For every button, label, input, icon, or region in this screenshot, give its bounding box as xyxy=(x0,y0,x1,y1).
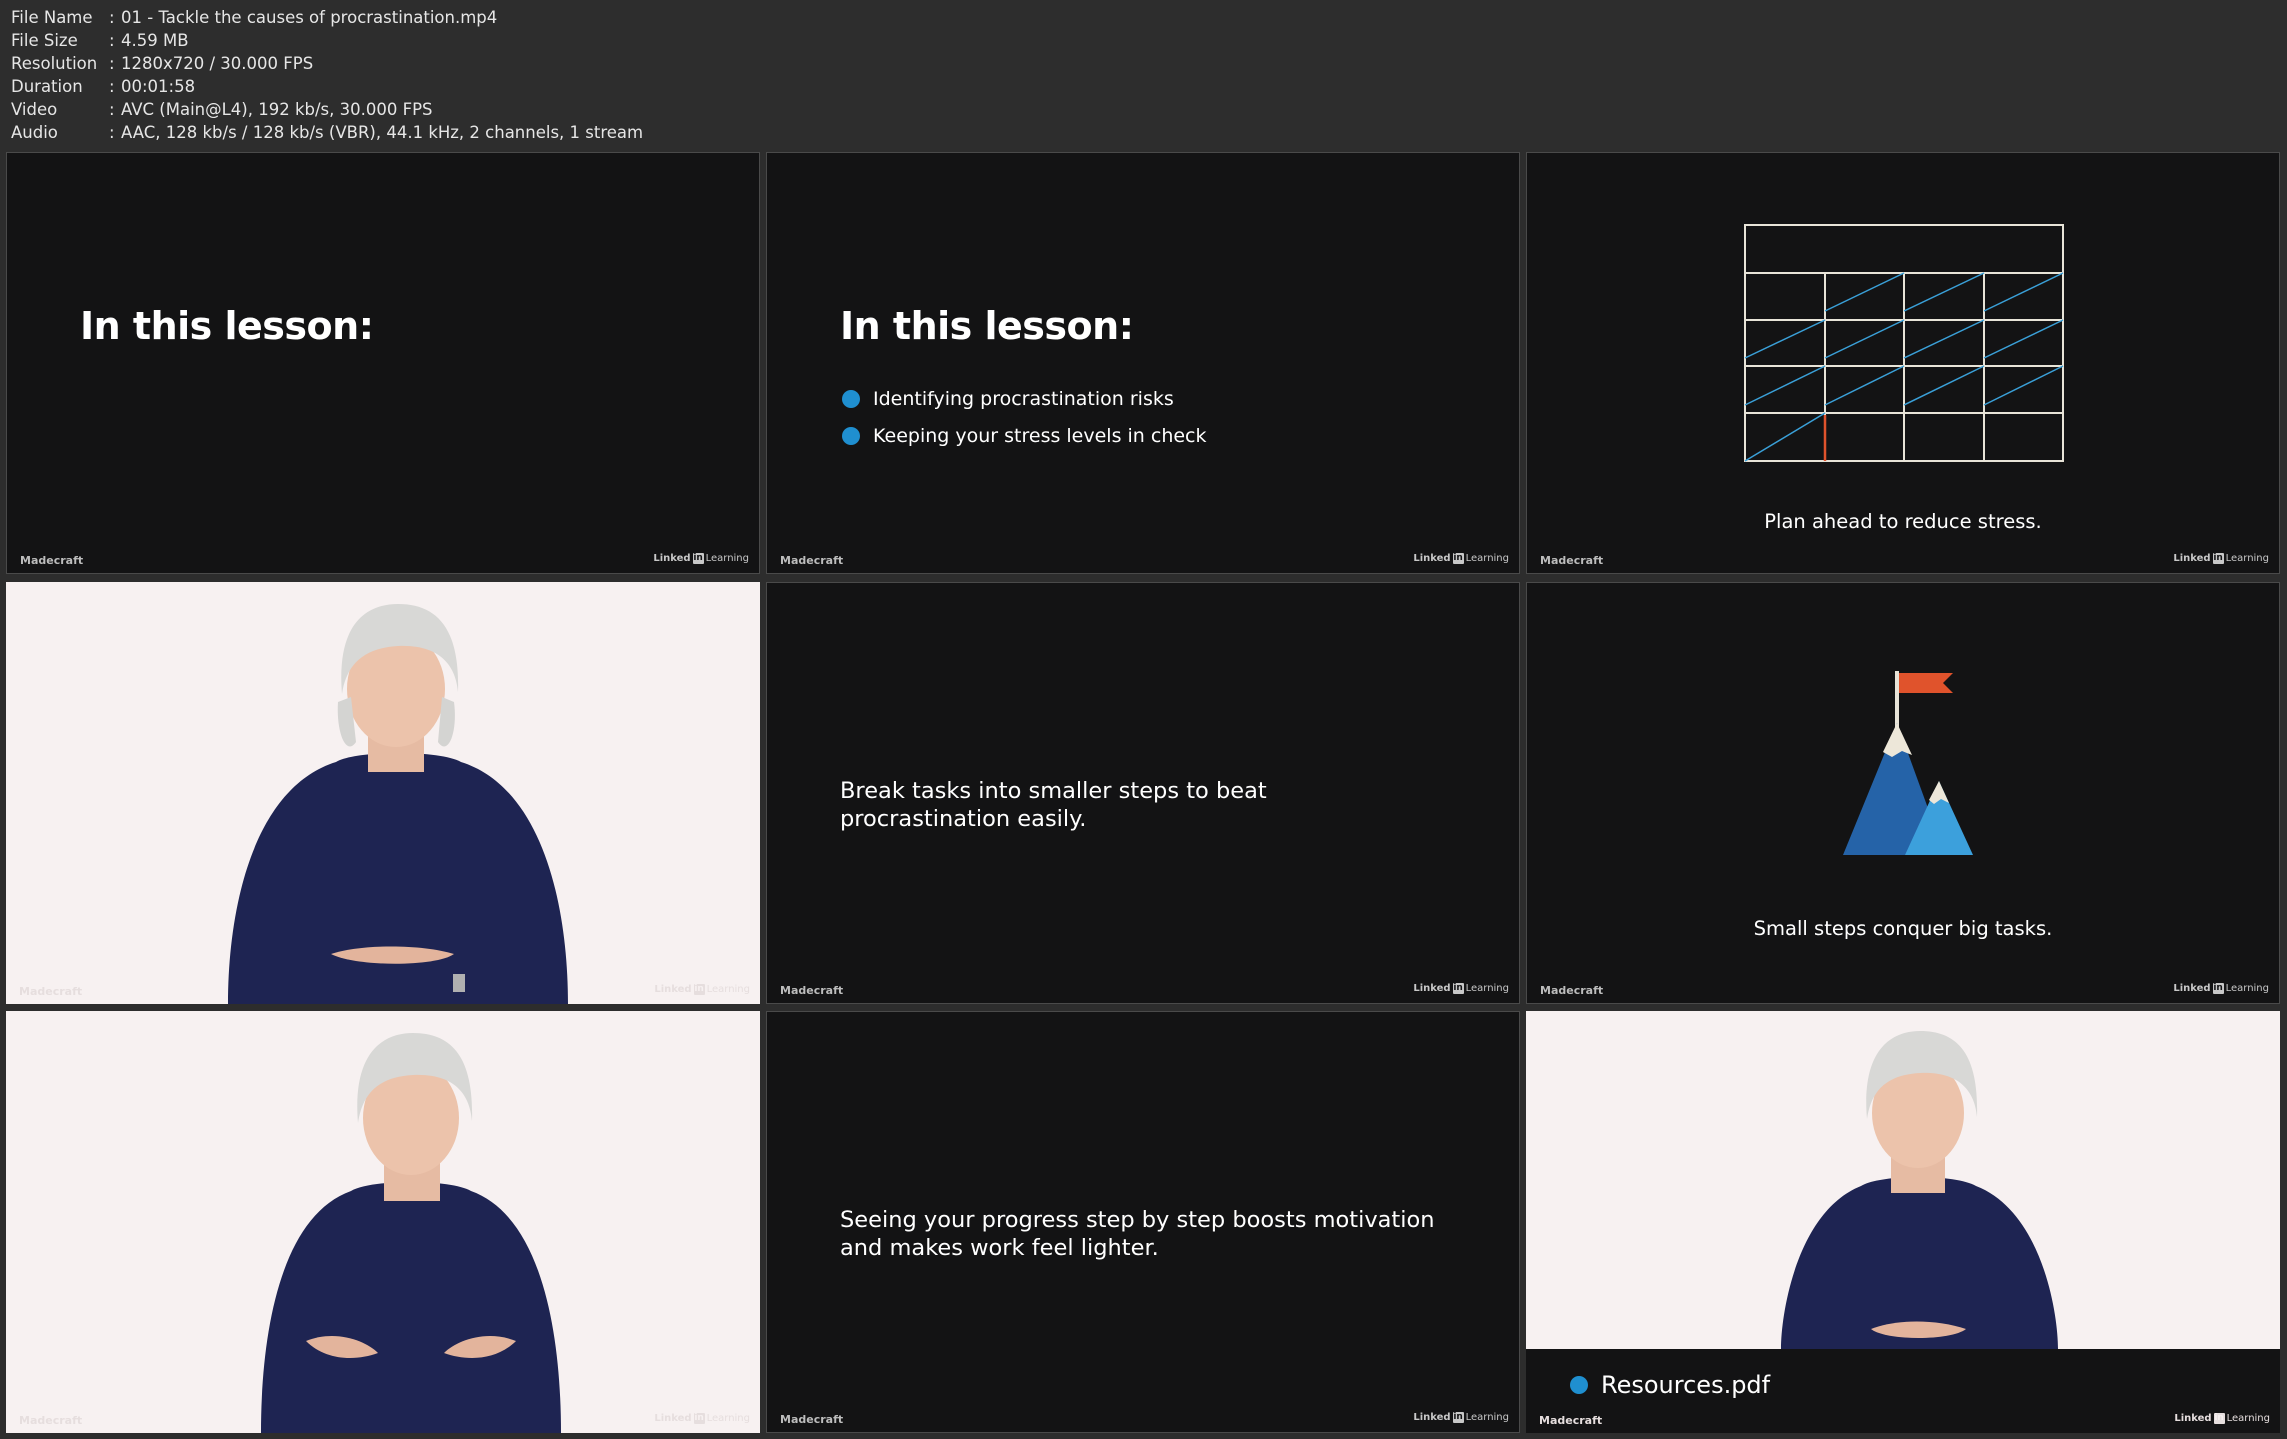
madecraft-logo: Madecraft xyxy=(20,554,84,567)
logo-linked-text: Linked xyxy=(654,984,692,995)
linkedin-learning-logo: Linked in Learning xyxy=(2173,983,2269,994)
mountain-flag-illustration xyxy=(1843,671,1973,855)
linkedin-in-icon: in xyxy=(2213,1413,2225,1424)
linkedin-in-icon: in xyxy=(2212,553,2224,564)
bullet-text: Keeping your stress levels in check xyxy=(873,424,1207,447)
logo-learning-text: Learning xyxy=(706,984,750,995)
bullet-item: Keeping your stress levels in check xyxy=(842,417,1207,454)
logo-learning-text: Learning xyxy=(1465,553,1509,564)
madecraft-logo: Madecraft xyxy=(19,985,83,998)
thumbnail-frame-4[interactable]: Madecraft Linked in Learning xyxy=(6,582,760,1004)
thumbnail-frame-1[interactable]: In this lesson: Madecraft Linked in Learni… xyxy=(6,152,760,574)
presenter-shirt xyxy=(228,753,568,1004)
slide-text-line: and makes work feel lighter. xyxy=(840,1235,1159,1261)
logo-learning-text: Learning xyxy=(2226,1413,2270,1424)
thumbnail-grid: In this lesson: Madecraft Linked in Learni… xyxy=(0,0,2287,1439)
logo-learning-text: Learning xyxy=(1465,983,1509,994)
linkedin-in-icon: in xyxy=(692,553,704,564)
presenter-video-frame xyxy=(261,1033,561,1433)
linkedin-in-icon: in xyxy=(693,1413,705,1424)
madecraft-logo: Madecraft xyxy=(19,1414,83,1427)
linkedin-learning-logo: Linked in Learning xyxy=(1413,1412,1509,1423)
thumbnail-frame-8[interactable]: Seeing your progress step by step boosts… xyxy=(766,1011,1520,1433)
madecraft-logo: Madecraft xyxy=(780,984,844,997)
linkedin-learning-logo: Linked in Learning xyxy=(2174,1413,2270,1424)
slide-text-line: Break tasks into smaller steps to beat xyxy=(840,778,1267,804)
linkedin-in-icon: in xyxy=(693,984,705,995)
linkedin-in-icon: in xyxy=(1452,983,1464,994)
thumbnail-frame-2[interactable]: In this lesson: Identifying procrastinat… xyxy=(766,152,1520,574)
slide-caption: Small steps conquer big tasks. xyxy=(1753,917,2053,940)
logo-linked-text: Linked xyxy=(2173,983,2211,994)
logo-linked-text: Linked xyxy=(654,1413,692,1424)
linkedin-learning-logo: Linked in Learning xyxy=(653,553,749,564)
bullet-dot-icon xyxy=(842,426,860,445)
slide-body-text: Break tasks into smaller steps to beat p… xyxy=(840,777,1480,833)
flag xyxy=(1899,673,1953,693)
presenter-shirt xyxy=(261,1182,561,1433)
logo-learning-text: Learning xyxy=(2225,553,2269,564)
logo-linked-text: Linked xyxy=(1413,983,1451,994)
logo-learning-text: Learning xyxy=(2225,983,2269,994)
madecraft-logo: Madecraft xyxy=(780,554,844,567)
madecraft-logo: Madecraft xyxy=(1540,984,1604,997)
lesson-bullet-list: Identifying procrastination risks Keepin… xyxy=(842,380,1207,454)
resources-bar: Resources.pdf xyxy=(1526,1349,2280,1433)
madecraft-logo: Madecraft xyxy=(1539,1414,1603,1427)
thumbnail-frame-5[interactable]: Break tasks into smaller steps to beat p… xyxy=(766,582,1520,1004)
madecraft-logo: Madecraft xyxy=(1540,554,1604,567)
linkedin-learning-logo: Linked in Learning xyxy=(654,984,750,995)
logo-linked-text: Linked xyxy=(2174,1413,2212,1424)
slide-text-line: procrastination easily. xyxy=(840,806,1087,832)
lesson-heading: In this lesson: xyxy=(840,304,1134,348)
linkedin-in-icon: in xyxy=(1452,553,1464,564)
bullet-text: Identifying procrastination risks xyxy=(873,387,1174,410)
logo-learning-text: Learning xyxy=(706,1413,750,1424)
linkedin-learning-logo: Linked in Learning xyxy=(654,1413,750,1424)
bullet-dot-icon xyxy=(842,389,860,408)
slide-caption: Plan ahead to reduce stress. xyxy=(1764,510,2042,533)
logo-linked-text: Linked xyxy=(653,553,691,564)
slide-body-text: Seeing your progress step by step boosts… xyxy=(840,1206,1519,1262)
linkedin-in-icon: in xyxy=(2212,983,2224,994)
thumbnail-frame-9[interactable]: Resources.pdf Madecraft Linked in Learning xyxy=(1526,1011,2280,1433)
logo-linked-text: Linked xyxy=(1413,553,1451,564)
bullet-dot-icon xyxy=(1570,1376,1588,1394)
thumbnail-frame-6[interactable]: Small steps conquer big tasks. Madecraft… xyxy=(1526,582,2280,1004)
linkedin-learning-logo: Linked in Learning xyxy=(1413,983,1509,994)
presenter-video-frame xyxy=(228,604,568,1004)
thumbnail-frame-7[interactable]: Madecraft Linked in Learning xyxy=(6,1011,760,1433)
thumbnail-frame-3[interactable]: Plan ahead to reduce stress. Madecraft L… xyxy=(1526,152,2280,574)
logo-linked-text: Linked xyxy=(2173,553,2211,564)
linkedin-learning-logo: Linked in Learning xyxy=(1413,553,1509,564)
slide-text-line: Seeing your progress step by step boosts… xyxy=(840,1207,1435,1233)
logo-learning-text: Learning xyxy=(1465,1412,1509,1423)
logo-linked-text: Linked xyxy=(1413,1412,1451,1423)
linkedin-learning-logo: Linked in Learning xyxy=(2173,553,2269,564)
flag-pole xyxy=(1895,671,1899,731)
resource-link[interactable]: Resources.pdf xyxy=(1570,1371,1770,1399)
linkedin-in-icon: in xyxy=(1452,1412,1464,1423)
resource-label: Resources.pdf xyxy=(1601,1371,1771,1399)
logo-learning-text: Learning xyxy=(705,553,749,564)
lesson-heading: In this lesson: xyxy=(80,304,374,348)
bullet-item: Identifying procrastination risks xyxy=(842,380,1207,417)
madecraft-logo: Madecraft xyxy=(780,1413,844,1426)
